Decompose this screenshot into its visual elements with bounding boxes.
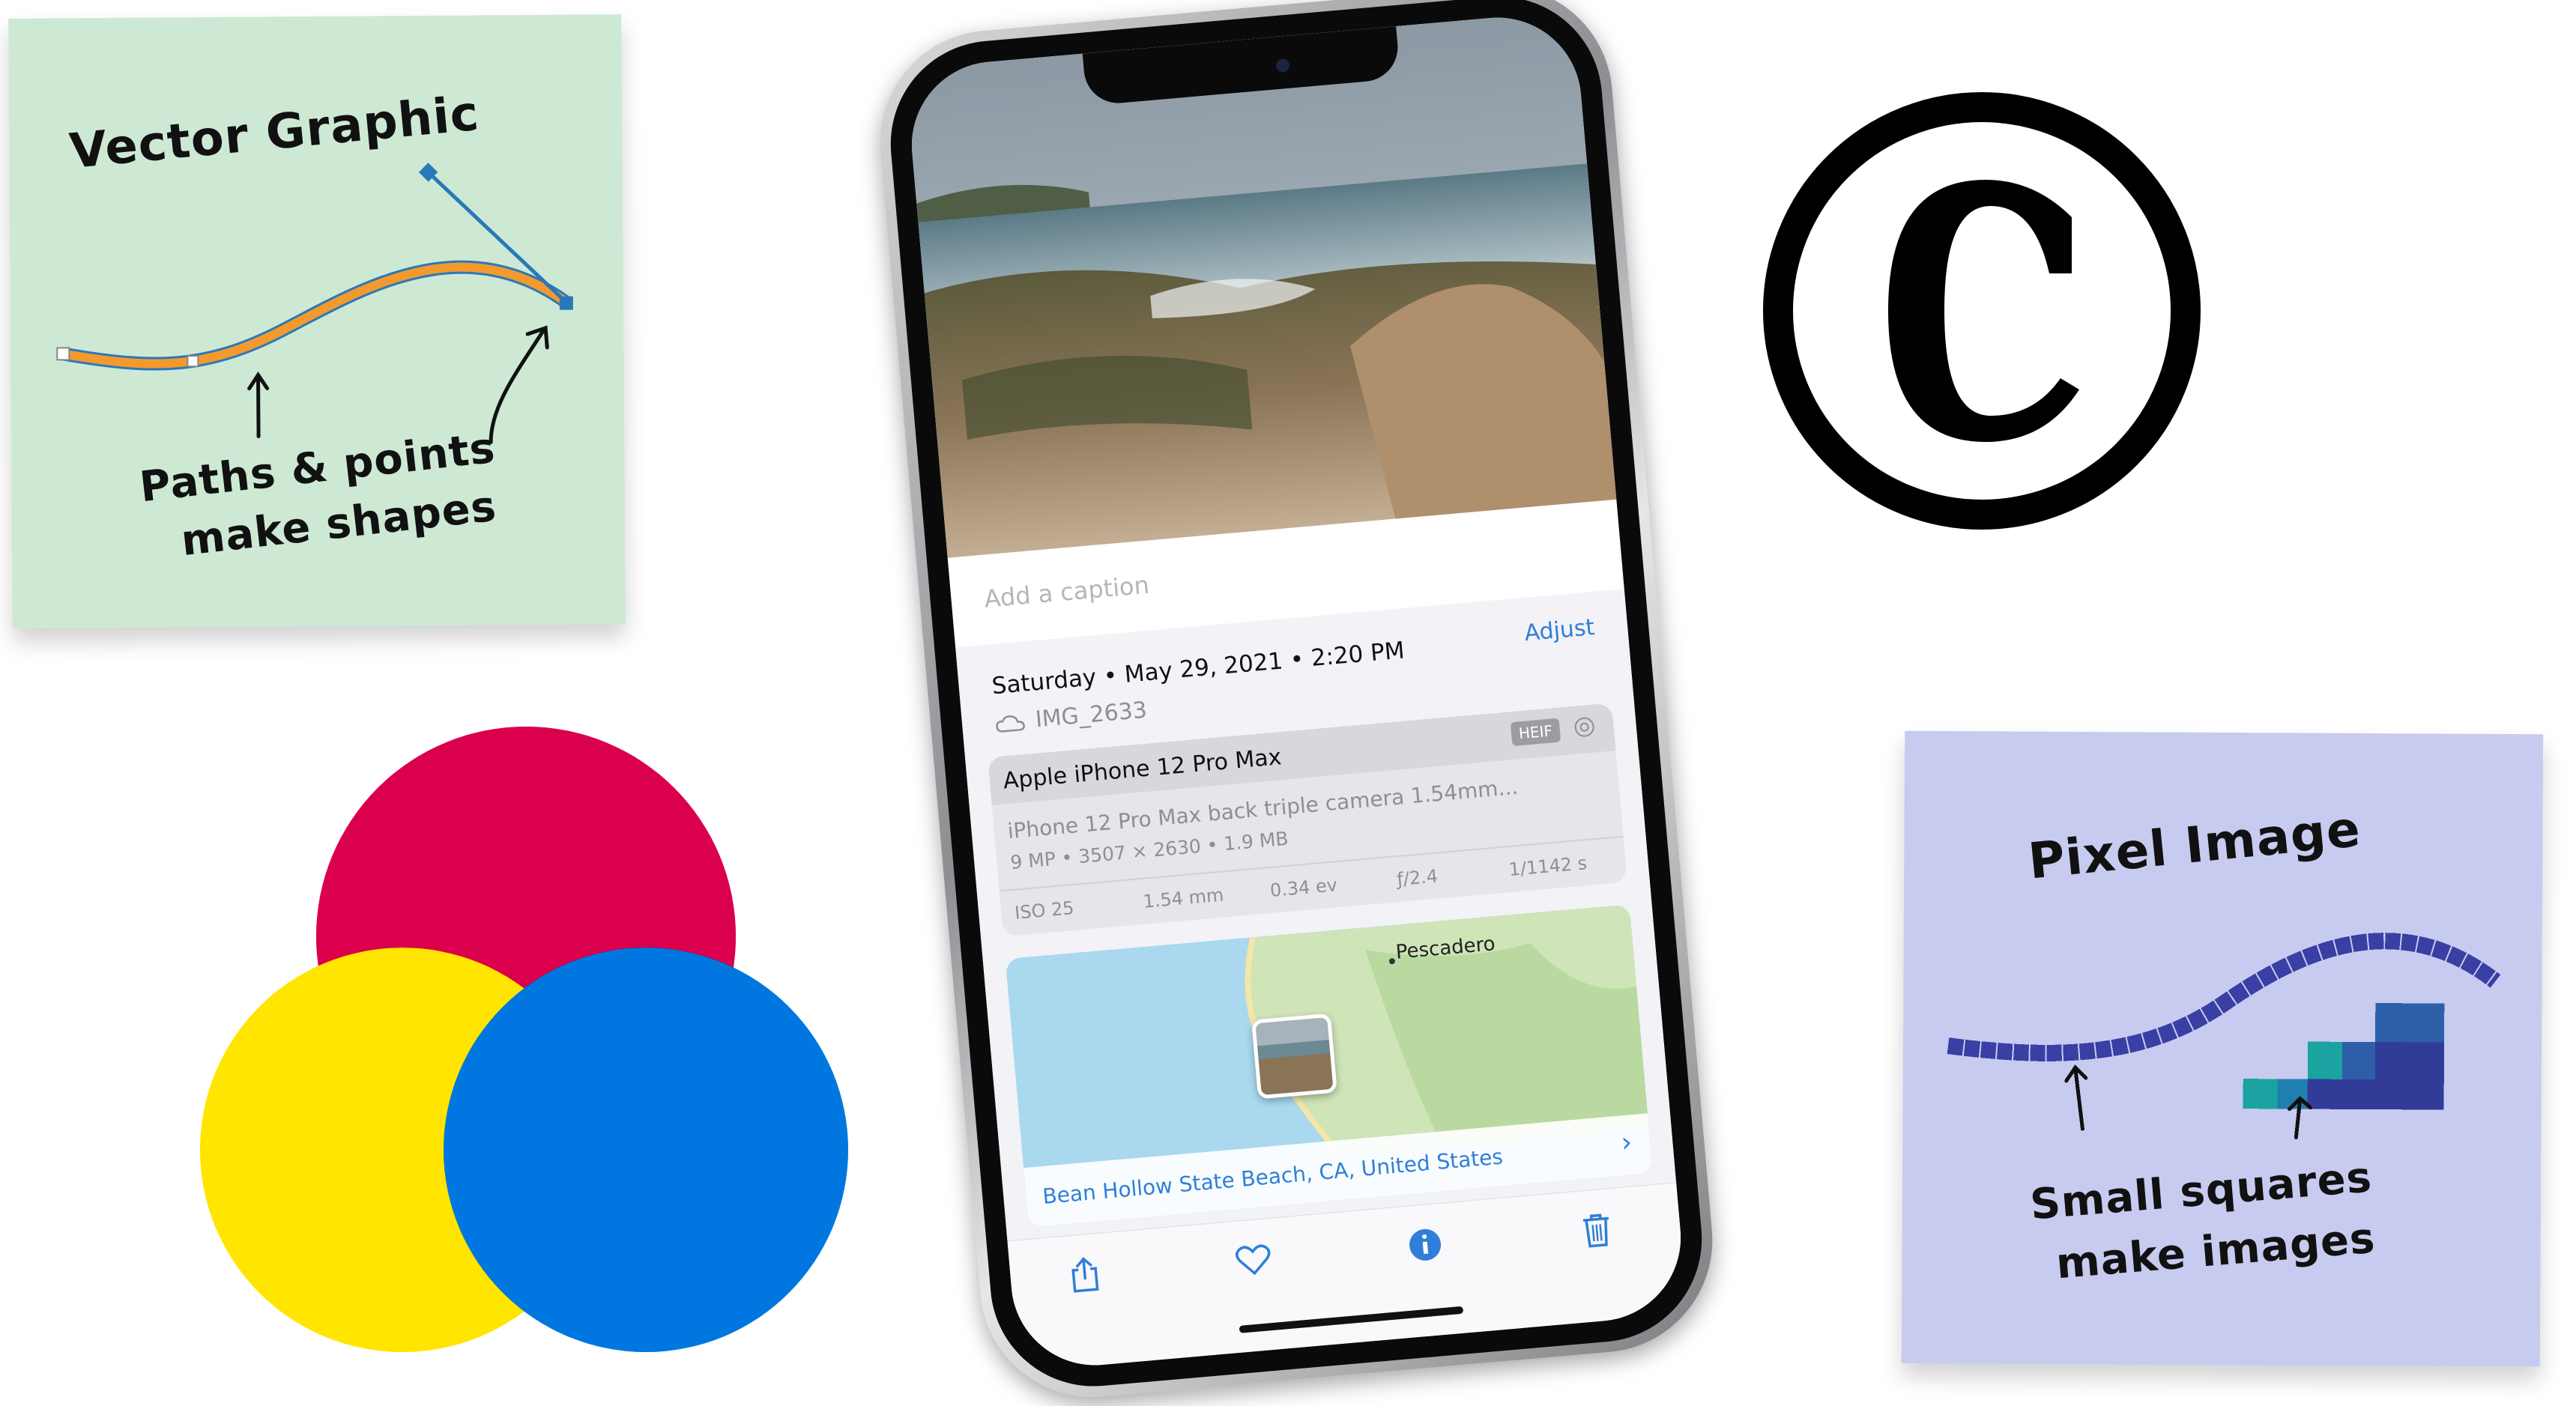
spec-ev: 0.34 ev <box>1269 874 1338 902</box>
format-badge: HEIF <box>1510 718 1561 747</box>
photo-date: Saturday • May 29, 2021 • 2:20 PM <box>991 637 1406 700</box>
spec-iso: ISO 25 <box>1014 897 1075 924</box>
adjust-button[interactable]: Adjust <box>1523 614 1595 646</box>
exif-card: Apple iPhone 12 Pro Max HEIF iPhone 12 P… <box>988 703 1627 937</box>
camera-model: Apple iPhone 12 Pro Max <box>1002 744 1283 795</box>
filename: IMG_2633 <box>1034 697 1149 733</box>
location-map[interactable]: Pescadero Bean Hollow State Beach, CA, U… <box>1005 904 1653 1228</box>
chevron-right-icon[interactable]: › <box>1620 1127 1633 1158</box>
filename-row: IMG_2633 <box>994 697 1149 737</box>
home-indicator[interactable] <box>1239 1306 1464 1333</box>
live-photo-icon <box>1574 717 1594 737</box>
spec-focal: 1.54 mm <box>1142 884 1225 912</box>
spec-shutter: 1/1142 s <box>1508 852 1588 881</box>
front-camera <box>1275 58 1290 73</box>
copyright-icon <box>1763 92 2201 530</box>
caption-input[interactable]: Add a caption <box>983 571 1150 613</box>
trash-icon[interactable] <box>1576 1210 1617 1250</box>
vector-graphic-note: Vector Graphic Paths & points make shape… <box>8 14 626 628</box>
cloud-icon <box>996 715 1025 733</box>
share-icon[interactable] <box>1065 1254 1105 1294</box>
pixel-image-note: Pixel Image Small squares make images <box>1901 730 2544 1367</box>
heart-icon[interactable] <box>1233 1240 1274 1280</box>
info-icon[interactable] <box>1405 1225 1445 1265</box>
phone-screen: Add a caption Saturday • May 29, 2021 • … <box>904 10 1688 1372</box>
iphone-mockup: Add a caption Saturday • May 29, 2021 • … <box>871 0 1722 1406</box>
cmy-color-venn-diagram <box>200 727 848 1352</box>
beach-photo[interactable] <box>904 10 1617 558</box>
spec-aperture: ƒ/2.4 <box>1396 865 1439 891</box>
map-photo-thumbnail[interactable] <box>1251 1013 1337 1100</box>
